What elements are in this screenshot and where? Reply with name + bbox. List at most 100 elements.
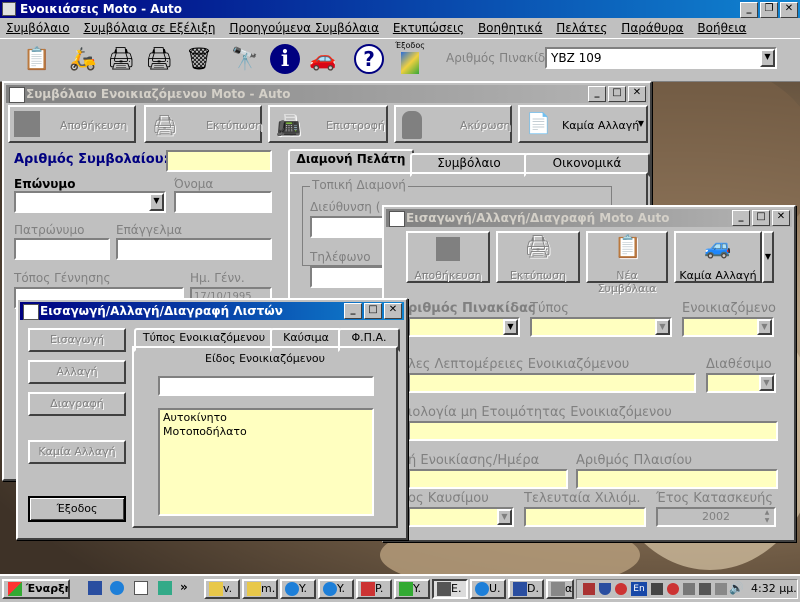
save-button[interactable]: Αποθήκευση — [406, 231, 490, 283]
profession-field[interactable] — [116, 238, 272, 260]
chevron-down-icon[interactable]: ▼ — [760, 49, 775, 67]
year-spinner[interactable]: 2002 ▲ ▼ — [656, 507, 776, 527]
chevron-right-icon[interactable]: » — [180, 580, 188, 594]
task-button[interactable]: Y. — [280, 579, 316, 599]
printer-icon[interactable] — [699, 583, 711, 595]
list-item[interactable]: Αυτοκίνητο — [160, 410, 372, 425]
printer-person-icon[interactable]: 🖨 — [104, 42, 138, 76]
chevron-down-icon[interactable]: ▼ — [655, 319, 670, 335]
return-button[interactable]: 📠 Επιστροφή — [268, 105, 388, 143]
chevron-down-icon[interactable]: ▼ — [149, 193, 164, 211]
no-change-button[interactable]: 🚙 Καμία Αλλαγή — [674, 231, 762, 283]
tray-app-icon[interactable] — [683, 583, 695, 595]
desktop-icon[interactable] — [158, 581, 172, 595]
rental-type-list[interactable]: Αυτοκίνητο Μοτοποδήλατο — [158, 408, 374, 516]
start-button[interactable]: Έναρξη — [2, 579, 70, 599]
menu-windows[interactable]: Παράθυρα — [621, 21, 683, 35]
car-icon[interactable]: 🚗 — [306, 42, 340, 76]
no-entry-icon[interactable] — [667, 583, 679, 595]
chevron-down-icon[interactable]: ▼ — [759, 375, 774, 391]
chevron-down-icon[interactable]: ▼ — [497, 509, 512, 525]
surname-select[interactable]: ▼ — [14, 191, 166, 213]
task-button[interactable]: P. — [356, 579, 392, 599]
close-button[interactable]: ✕ — [772, 210, 790, 226]
menu-help[interactable]: Βοήθεια — [697, 21, 746, 35]
speaker-icon[interactable]: 🔊 — [729, 581, 744, 595]
rent-per-day-field[interactable] — [408, 469, 568, 489]
fuel-type-select[interactable]: ▼ — [408, 507, 514, 527]
chevron-down-icon[interactable]: ▼ — [762, 231, 774, 283]
no-change-button[interactable]: Καμία Αλλαγή — [28, 440, 126, 464]
tray-app-icon[interactable] — [715, 583, 727, 595]
shield-icon[interactable] — [599, 583, 611, 595]
name-field[interactable] — [174, 191, 272, 213]
no-change-button[interactable]: 📄 Καμία Αλλαγή ▼ — [518, 105, 648, 143]
maximize-button[interactable]: □ — [608, 86, 626, 102]
chevron-down-icon[interactable]: ▼ — [757, 319, 772, 335]
task-button[interactable]: U. — [470, 579, 506, 599]
print-button[interactable]: 🖨 Εκτύπωση — [496, 231, 580, 283]
address-field[interactable] — [310, 216, 390, 238]
exit-button[interactable]: Έξοδος — [392, 41, 428, 79]
contract-number-field[interactable] — [166, 150, 272, 172]
maximize-button[interactable]: □ — [752, 210, 770, 226]
task-button[interactable]: v. — [204, 579, 240, 599]
task-button[interactable]: D. — [508, 579, 544, 599]
network-icon[interactable] — [583, 583, 595, 595]
rental-type-input[interactable] — [158, 376, 374, 396]
save-button[interactable]: Αποθήκευση — [8, 105, 136, 143]
restore-button[interactable]: ❐ — [760, 2, 778, 18]
menu-previous-contracts[interactable]: Προηγούμενα Συμβόλαια — [229, 21, 379, 35]
available-select[interactable]: ▼ — [706, 373, 776, 393]
menu-contract[interactable]: Συμβόλαιο — [6, 21, 70, 35]
print-button[interactable]: 🖨 Εκτύπωση — [144, 105, 262, 143]
plate-select[interactable]: YBZ 109 ▼ — [545, 47, 777, 69]
rented-select[interactable]: ▼ — [682, 317, 774, 337]
menu-utilities[interactable]: Βοηθητικά — [478, 21, 542, 35]
task-button[interactable]: Y. — [318, 579, 354, 599]
chassis-number-field[interactable] — [576, 469, 778, 489]
printer-icon[interactable]: 🖨 — [142, 42, 176, 76]
unavailability-reason-field[interactable] — [408, 421, 778, 441]
minimize-button[interactable]: _ — [732, 210, 750, 226]
menu-customers[interactable]: Πελάτες — [556, 21, 607, 35]
antivirus-icon[interactable] — [615, 583, 627, 595]
menu-prints[interactable]: Εκτυπώσεις — [393, 21, 464, 35]
list-item[interactable]: Μοτοποδήλατο — [160, 425, 372, 438]
father-name-field[interactable] — [14, 238, 110, 260]
spinner-arrows-icon[interactable]: ▲ ▼ — [760, 509, 774, 525]
last-km-field[interactable] — [524, 507, 646, 527]
minimize-button[interactable]: _ — [740, 2, 758, 18]
close-button[interactable]: ✕ — [384, 303, 402, 319]
change-button[interactable]: Αλλαγή — [28, 360, 126, 384]
device-icon[interactable] — [651, 583, 663, 595]
type-select[interactable]: ▼ — [530, 317, 672, 337]
outlook-icon[interactable] — [134, 581, 148, 595]
contract-icon[interactable]: 📋 — [20, 42, 54, 76]
chevron-down-icon[interactable]: ▼ — [638, 119, 644, 128]
chevron-down-icon[interactable]: ▼ — [503, 319, 518, 335]
close-button[interactable]: ✕ — [780, 2, 798, 18]
delete-button[interactable]: Διαγραφή — [28, 392, 126, 416]
menu-active-contracts[interactable]: Συμβόλαια σε Εξέλιξη — [83, 21, 215, 35]
language-icon[interactable]: En — [631, 582, 647, 596]
maximize-button[interactable]: □ — [364, 303, 382, 319]
help-icon[interactable]: ? — [352, 42, 386, 76]
rental-icon[interactable]: 🛵 — [66, 42, 100, 76]
plate-select[interactable]: ▼ — [408, 317, 520, 337]
insert-button[interactable]: Εισαγωγή — [28, 328, 126, 352]
trash-icon[interactable]: 🗑 — [182, 42, 216, 76]
task-button[interactable]: Y. — [394, 579, 430, 599]
binoculars-icon[interactable]: 🔭 — [228, 42, 262, 76]
task-button-active[interactable]: E. — [432, 579, 468, 599]
exit-button[interactable]: Έξοδος — [28, 496, 126, 522]
clock[interactable]: 4:32 μμ. — [751, 582, 797, 595]
details-field[interactable] — [408, 373, 696, 393]
info-icon[interactable]: i — [268, 42, 302, 76]
minimize-button[interactable]: _ — [588, 86, 606, 102]
phone-field[interactable] — [310, 266, 390, 288]
new-contract-button[interactable]: 📋 Νέα Συμβόλαια — [586, 231, 668, 295]
task-button[interactable]: α. — [546, 579, 574, 599]
quicklaunch-icon[interactable] — [88, 581, 102, 595]
close-button[interactable]: ✕ — [628, 86, 646, 102]
